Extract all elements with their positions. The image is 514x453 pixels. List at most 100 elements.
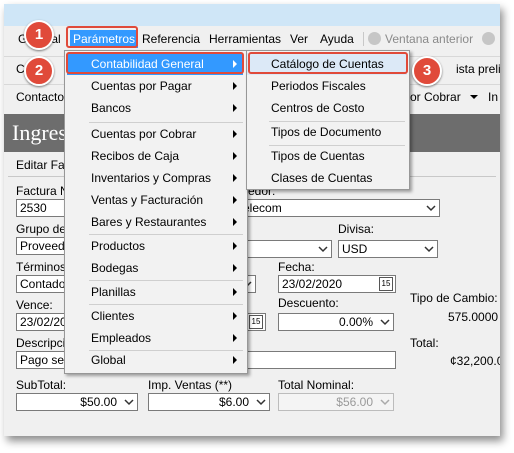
menu-item-label: Cuentas por Pagar — [91, 79, 192, 93]
submenu-item-periodos-fiscales[interactable]: Periodos Fiscales — [247, 75, 407, 97]
calendar-icon[interactable]: 15 — [249, 315, 263, 329]
menu-item-empleados[interactable]: Empleados — [65, 327, 245, 349]
menu-item-label: Empleados — [91, 331, 152, 345]
vista-preliminar-button[interactable]: ista prelim — [456, 62, 500, 76]
chevron-right-icon — [233, 356, 237, 364]
chevron-right-icon — [233, 288, 237, 296]
chevron-down-icon — [424, 246, 434, 253]
menu-item-productos[interactable]: Productos — [65, 235, 245, 257]
divisa-value: USD — [342, 242, 368, 256]
por-cobrar-button[interactable]: or Cobrar — [410, 90, 461, 104]
grupo-field[interactable]: Proveedo — [16, 237, 66, 255]
fecha-field[interactable]: 23/02/2020 15 — [278, 275, 396, 293]
menu-referencia[interactable]: Referencia — [142, 32, 200, 46]
chevron-right-icon — [233, 130, 237, 138]
menu-item-label: Centros de Costo — [271, 101, 365, 115]
calendar-icon[interactable]: 15 — [379, 277, 393, 291]
total-nominal-value: $56.00 — [336, 395, 373, 409]
imp-ventas-field[interactable]: $6.00 — [148, 393, 270, 411]
grupo-label: Grupo de — [16, 222, 67, 236]
submenu-item-clases-de-cuentas[interactable]: Clases de Cuentas — [247, 167, 407, 189]
menu-item-label: Bancos — [91, 101, 132, 115]
chevron-right-icon — [233, 242, 237, 250]
back-arrow-icon — [368, 32, 381, 45]
chevron-down-icon — [380, 319, 390, 326]
terminos-label: Términos: — [16, 260, 70, 274]
chevron-down-icon — [124, 399, 134, 406]
factura-field[interactable]: 2530 — [16, 199, 66, 217]
proveedor-select[interactable]: elecom — [240, 199, 440, 217]
title-strip — [4, 4, 500, 26]
menu-item-label: Inventarios y Compras — [91, 171, 212, 185]
subtotal-value: $50.00 — [80, 395, 117, 409]
total-nominal-label: Total Nominal: — [278, 378, 355, 392]
chevron-right-icon — [233, 104, 237, 112]
chevron-down-icon — [256, 399, 266, 406]
menu-divider — [363, 32, 364, 46]
menu-item-bancos[interactable]: Bancos — [65, 97, 245, 119]
submenu-item-tipos-de-cuentas[interactable]: Tipos de Cuentas — [247, 145, 407, 167]
descripcion-field[interactable]: Pago ser — [16, 351, 66, 369]
divisa-select[interactable]: USD — [338, 240, 438, 258]
menu-ayuda[interactable]: Ayuda — [320, 32, 354, 46]
menu-item-label: Cuentas por Cobrar — [91, 127, 197, 141]
menu-item-clientes[interactable]: Clientes — [65, 305, 245, 327]
chevron-down-icon — [380, 399, 390, 406]
imp-ventas-value: $6.00 — [218, 395, 249, 409]
menu-item-bodegas[interactable]: Bodegas — [65, 257, 245, 279]
chevron-down-icon[interactable] — [470, 95, 478, 99]
terminos-field[interactable]: Contado — [16, 275, 66, 293]
menu-item-label: Planillas — [91, 285, 136, 299]
menu-herramientas[interactable]: Herramientas — [209, 32, 281, 46]
vence-field[interactable]: 23/02/20 — [16, 313, 66, 331]
descripcion-field-tail[interactable] — [240, 351, 396, 369]
menu-item-label: Periodos Fiscales — [271, 79, 366, 93]
menu-item-recibos-de-caja[interactable]: Recibos de Caja — [65, 145, 245, 167]
menu-item-label: Clases de Cuentas — [271, 171, 373, 185]
menu-item-cuentas-por-cobrar[interactable]: Cuentas por Cobrar — [65, 123, 245, 145]
menu-item-label: Recibos de Caja — [91, 149, 180, 163]
parametros-menu: Contabilidad General Cuentas por Pagar B… — [64, 50, 248, 374]
vence-label: Vence: — [16, 298, 53, 312]
menu-item-cuentas-por-pagar[interactable]: Cuentas por Pagar — [65, 75, 245, 97]
menu-item-planillas[interactable]: Planillas — [65, 281, 245, 303]
callout-box-parametros — [66, 26, 138, 48]
menu-item-inventarios-y-compras[interactable]: Inventarios y Compras — [65, 167, 245, 189]
chevron-right-icon — [233, 196, 237, 204]
menu-item-global[interactable]: Global — [65, 349, 245, 371]
menu-item-label: Global — [91, 353, 126, 367]
imp-ventas-label: Imp. Ventas (**) — [148, 378, 233, 392]
chevron-right-icon — [233, 334, 237, 342]
in-button[interactable]: In — [488, 90, 498, 104]
menu-item-ventas-y-facturacion[interactable]: Ventas y Facturación — [65, 189, 245, 211]
proveedor-value: elecom — [243, 201, 282, 215]
tipo-cambio-label: Tipo de Cambio: — [410, 291, 498, 305]
chevron-right-icon — [233, 312, 237, 320]
menu-item-label: Productos — [91, 239, 146, 253]
chevron-right-icon — [233, 218, 237, 226]
chevron-right-icon — [233, 82, 237, 90]
menu-item-bares-y-restaurantes[interactable]: Bares y Restaurantes — [65, 211, 245, 233]
subtotal-field[interactable]: $50.00 — [16, 393, 138, 411]
page-title: Ingres — [12, 120, 67, 145]
menu-item-label: Ventas y Facturación — [91, 193, 204, 207]
ventana-anterior-button[interactable]: Ventana anterior — [385, 32, 473, 46]
total-value: ¢32,200.0 — [450, 354, 500, 368]
contacto-button[interactable]: Contacto — [16, 90, 64, 104]
tipo-cambio-value: 575.0000 — [448, 310, 499, 324]
submenu-item-tipos-de-documento[interactable]: Tipos de Documento — [247, 121, 407, 143]
menu-item-label: Tipos de Cuentas — [271, 149, 365, 163]
grupo-select[interactable] — [240, 240, 332, 258]
chevron-right-icon — [233, 152, 237, 160]
callout-badge-3: 3 — [412, 56, 442, 86]
descripcion-label: Descripci — [16, 336, 66, 350]
forward-arrow-icon — [482, 32, 495, 45]
menu-ver[interactable]: Ver — [290, 32, 308, 46]
submenu-item-centros-de-costo[interactable]: Centros de Costo — [247, 97, 407, 119]
callout-box-catalogo — [248, 52, 408, 74]
descuento-value: 0.00% — [338, 315, 373, 329]
fecha-value: 23/02/2020 — [282, 277, 343, 291]
descuento-field[interactable]: 0.00% — [278, 313, 394, 331]
chevron-right-icon — [233, 264, 237, 272]
menu-item-label: Clientes — [91, 309, 135, 323]
